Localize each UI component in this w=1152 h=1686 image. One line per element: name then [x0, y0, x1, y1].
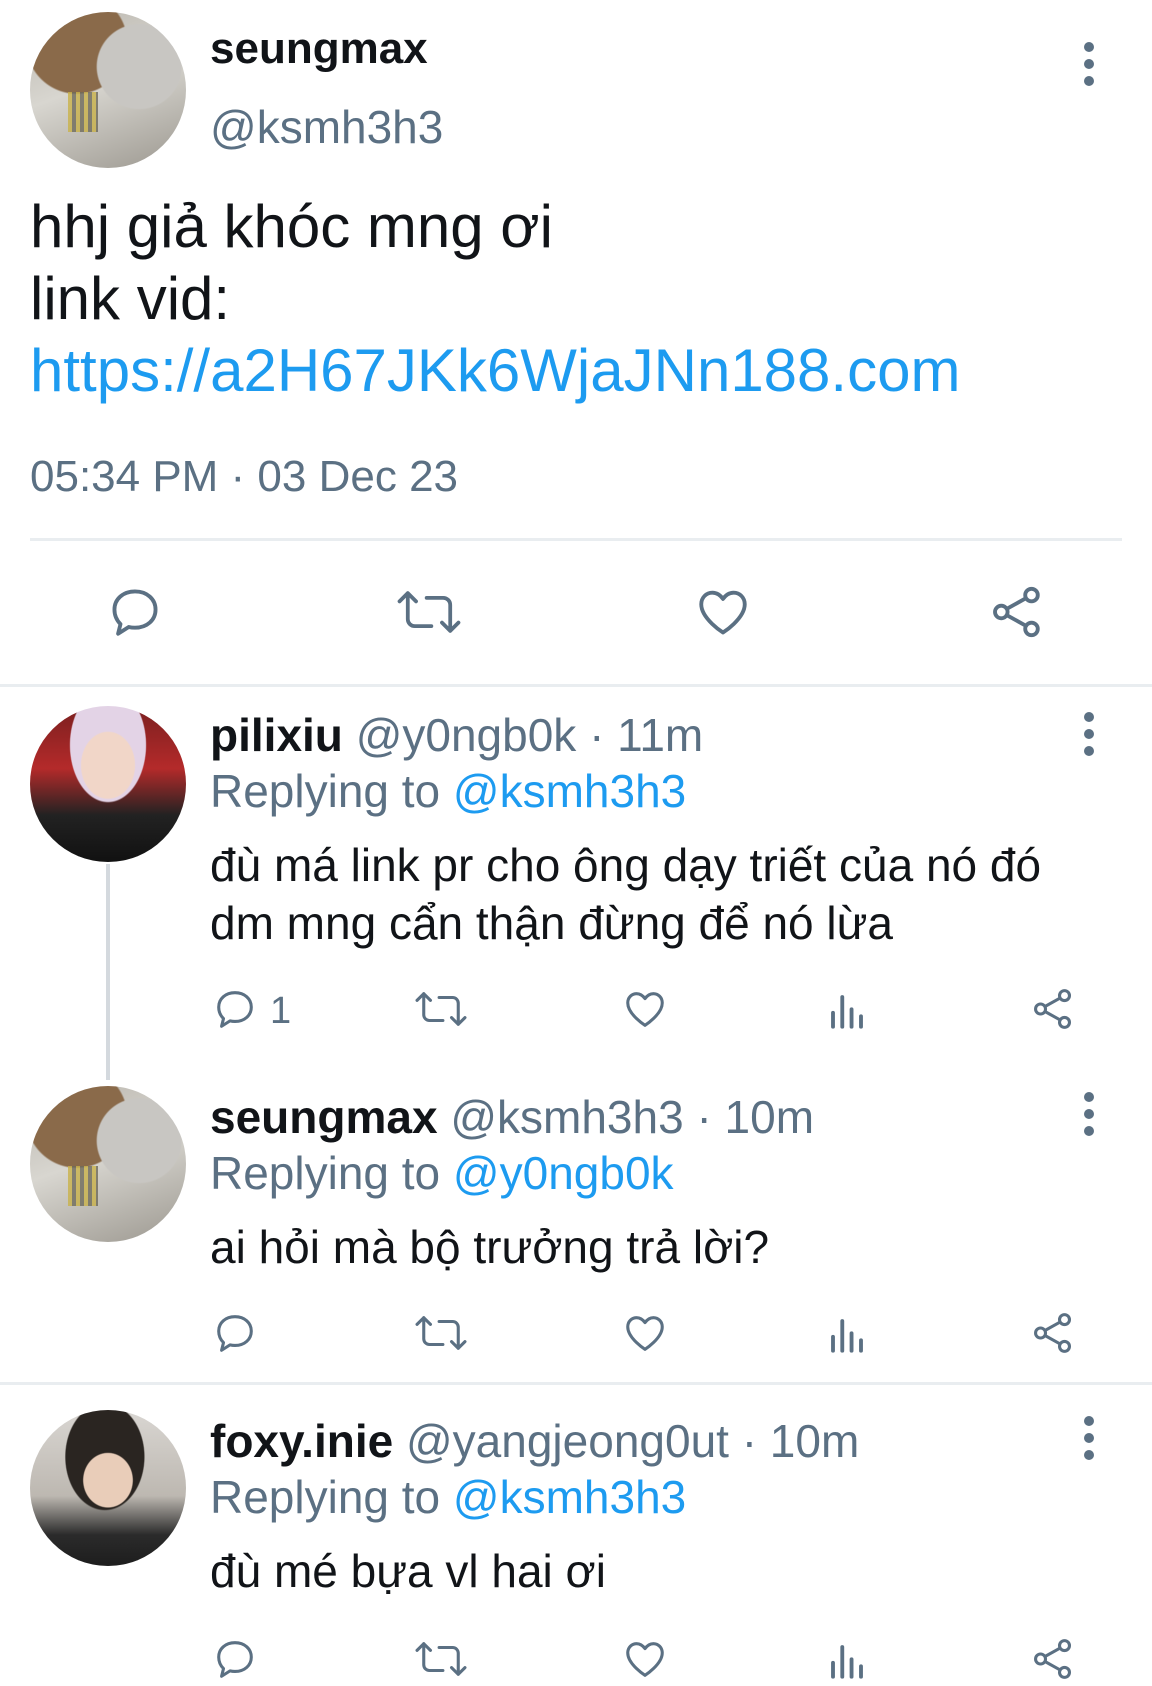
handle-and-time[interactable]: @ksmh3h3 · 10m	[450, 1091, 814, 1143]
retweet-icon[interactable]	[414, 986, 468, 1032]
reply-text-line-1: đù má link pr cho ông dạy triết của nó đ…	[210, 839, 1042, 891]
divider	[30, 538, 1122, 541]
user-handle[interactable]: @ksmh3h3	[210, 100, 443, 154]
more-options-icon[interactable]	[1077, 1416, 1101, 1460]
retweet-icon[interactable]	[414, 1636, 468, 1682]
retweet-icon[interactable]	[414, 1310, 468, 1356]
divider	[0, 684, 1152, 687]
display-name[interactable]: seungmax	[210, 24, 428, 74]
display-name[interactable]: foxy.inie	[210, 1415, 393, 1467]
display-name[interactable]: pilixiu	[210, 709, 343, 761]
replying-to-handle[interactable]: @ksmh3h3	[453, 765, 686, 817]
replying-label: Replying to	[210, 765, 441, 817]
tweet-text-line-1: hhj giả khóc mng ơi	[30, 193, 553, 260]
share-icon[interactable]	[988, 583, 1046, 641]
replying-to-handle[interactable]: @y0ngb0k	[453, 1147, 674, 1199]
avatar[interactable]	[30, 1410, 186, 1566]
avatar[interactable]	[30, 12, 186, 168]
reply-icon[interactable]	[212, 986, 258, 1032]
like-icon[interactable]	[694, 583, 752, 641]
tweet-text-line-2: link vid:	[30, 265, 231, 332]
views-icon[interactable]	[826, 1640, 868, 1682]
replying-to: Replying to @y0ngb0k	[210, 1146, 674, 1200]
reply-text-line-1: ai hỏi mà bộ trưởng trả lời?	[210, 1221, 770, 1273]
like-icon[interactable]	[622, 1636, 668, 1682]
display-name[interactable]: seungmax	[210, 1091, 438, 1143]
reply-count: 1	[270, 990, 292, 1032]
reply-icon[interactable]	[212, 1310, 258, 1356]
tweet-link[interactable]: https://a2H67JKk6WjaJNn188.com	[30, 336, 960, 405]
replying-to: Replying to @ksmh3h3	[210, 1470, 686, 1524]
retweet-icon[interactable]	[396, 583, 462, 641]
reply-icon[interactable]	[106, 583, 164, 641]
divider	[0, 1382, 1152, 1385]
reply-header: foxy.inie @yangjeong0ut · 10m	[210, 1414, 859, 1468]
reply-text-line-2: dm mng cẩn thận đừng để nó lừa	[210, 897, 894, 949]
views-icon[interactable]	[826, 990, 868, 1032]
reply-text-line-1: đù mé bựa vl hai ơi	[210, 1545, 606, 1597]
replying-to-handle[interactable]: @ksmh3h3	[453, 1471, 686, 1523]
share-icon[interactable]	[1030, 1636, 1076, 1682]
share-icon[interactable]	[1030, 986, 1076, 1032]
thread-connector	[106, 864, 110, 1080]
more-options-icon[interactable]	[1077, 42, 1101, 86]
more-options-icon[interactable]	[1077, 712, 1101, 756]
reply-header: pilixiu @y0ngb0k · 11m	[210, 708, 703, 762]
replying-label: Replying to	[210, 1471, 441, 1523]
handle-and-time[interactable]: @yangjeong0ut · 10m	[406, 1415, 859, 1467]
share-icon[interactable]	[1030, 1310, 1076, 1356]
like-icon[interactable]	[622, 1310, 668, 1356]
more-options-icon[interactable]	[1077, 1092, 1101, 1136]
reply-icon[interactable]	[212, 1636, 258, 1682]
replying-to: Replying to @ksmh3h3	[210, 764, 686, 818]
tweet-timestamp: 05:34 PM · 03 Dec 23	[30, 452, 459, 501]
avatar[interactable]	[30, 706, 186, 862]
reply-header: seungmax @ksmh3h3 · 10m	[210, 1090, 814, 1144]
views-icon[interactable]	[826, 1314, 868, 1356]
handle-and-time[interactable]: @y0ngb0k · 11m	[356, 709, 704, 761]
replying-label: Replying to	[210, 1147, 441, 1199]
avatar[interactable]	[30, 1086, 186, 1242]
like-icon[interactable]	[622, 986, 668, 1032]
